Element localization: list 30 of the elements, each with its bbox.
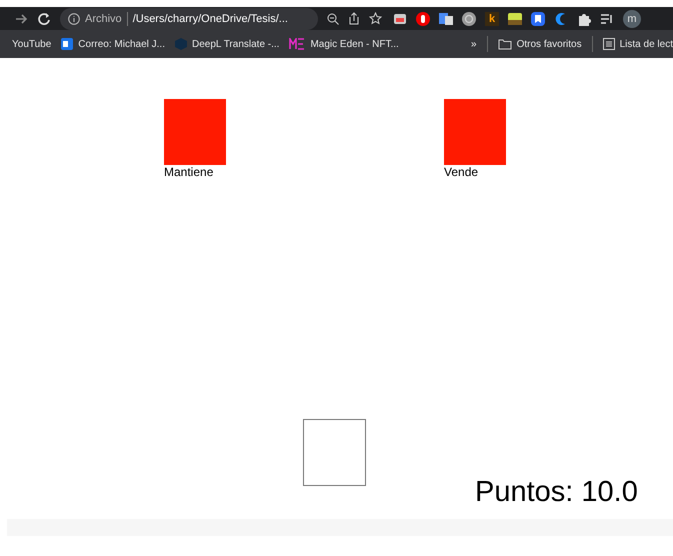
forward-icon[interactable] bbox=[14, 12, 28, 26]
other-bookmarks-link[interactable]: Otros favoritos bbox=[498, 38, 582, 50]
score-text: Puntos: 10.0 bbox=[475, 476, 638, 509]
drop-target[interactable] bbox=[303, 419, 366, 486]
list-icon[interactable] bbox=[602, 38, 615, 50]
puzzle-icon[interactable] bbox=[577, 12, 591, 26]
folder-icon[interactable] bbox=[498, 38, 512, 50]
info-icon[interactable] bbox=[68, 12, 80, 24]
extension-icon[interactable]: k bbox=[485, 12, 499, 26]
reload-icon[interactable] bbox=[37, 12, 51, 26]
zoom-icon[interactable] bbox=[327, 12, 339, 24]
extension-icon[interactable] bbox=[508, 12, 522, 26]
translate-icon[interactable] bbox=[439, 12, 453, 26]
option-label: Mantiene bbox=[164, 165, 214, 179]
bookmark-link[interactable]: YouTube bbox=[12, 38, 52, 50]
address-prefix: Archivo bbox=[85, 12, 122, 24]
address-url: /Users/charry/OneDrive/Tesis/... bbox=[132, 12, 288, 24]
overflow-button[interactable]: » bbox=[471, 38, 477, 50]
option-label: Vende bbox=[444, 165, 480, 179]
media-queue-icon[interactable] bbox=[600, 12, 614, 26]
address-bar[interactable]: Archivo /Users/charry/OneDrive/Tesis/... bbox=[60, 8, 318, 30]
reading-list-link[interactable]: Lista de lect bbox=[602, 38, 673, 50]
bookmark-link[interactable]: DeepL Translate -... bbox=[175, 38, 280, 50]
bookmark-link[interactable]: Correo: Michael J... bbox=[61, 38, 165, 50]
bookmark-icon[interactable] bbox=[531, 12, 545, 26]
profile-avatar[interactable]: m bbox=[623, 10, 641, 28]
bookmark-link[interactable]: Magic Eden - NFT... bbox=[289, 38, 399, 50]
share-icon[interactable] bbox=[348, 12, 360, 25]
star-icon[interactable] bbox=[369, 12, 382, 25]
extension-icon[interactable] bbox=[393, 12, 407, 26]
